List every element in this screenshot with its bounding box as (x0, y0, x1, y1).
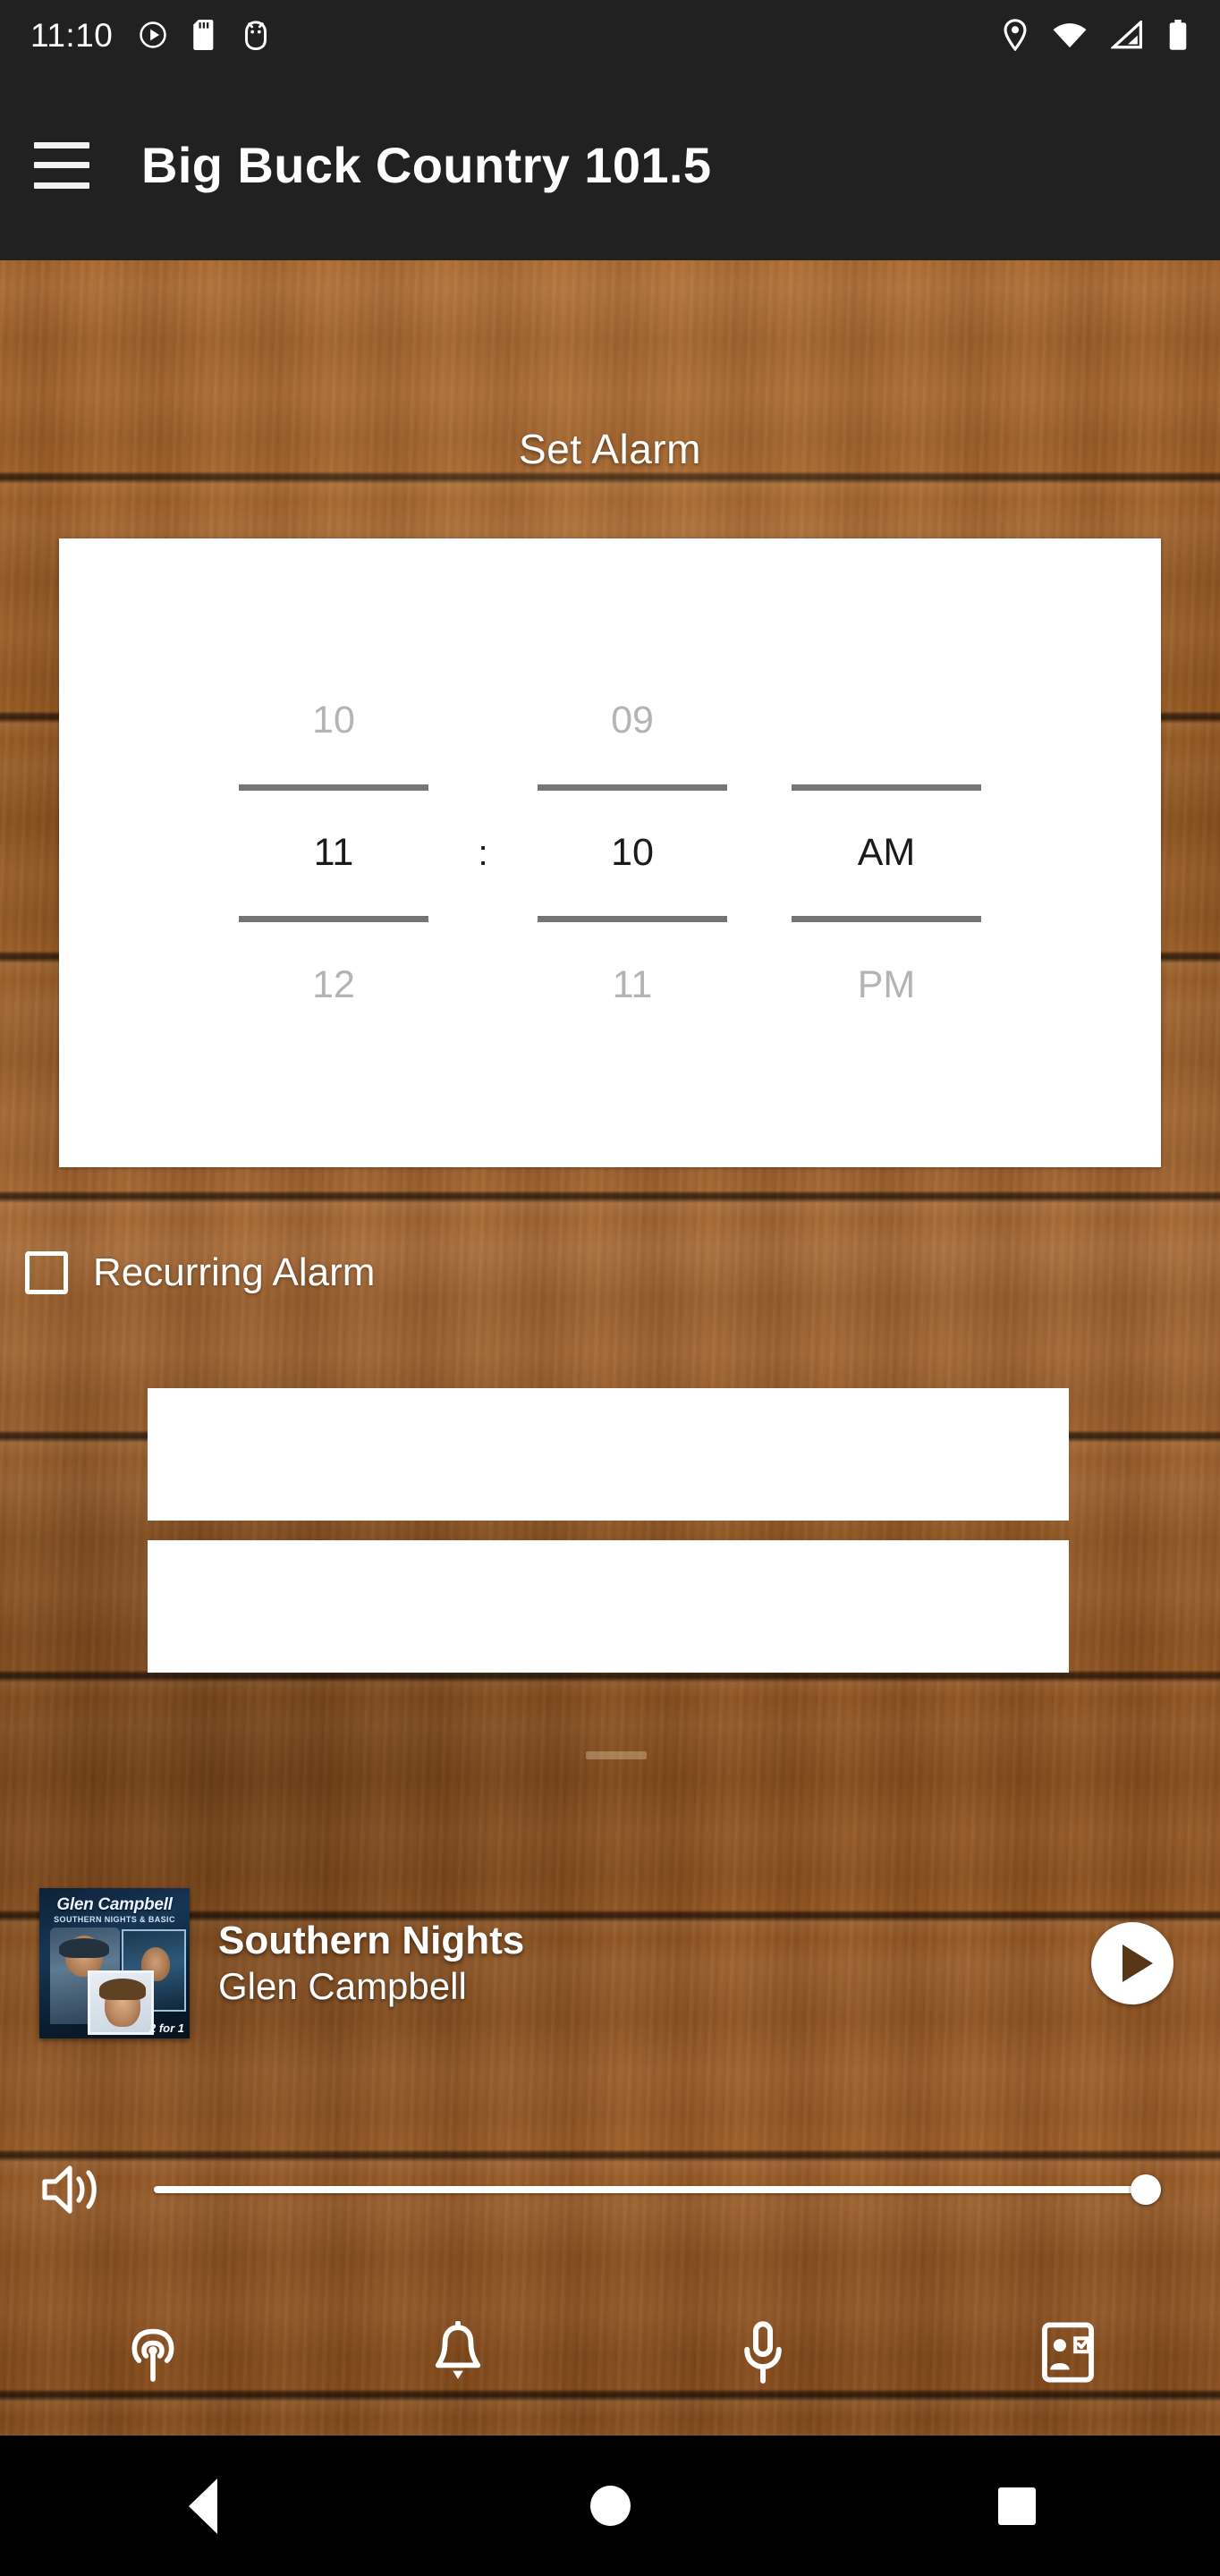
contact-card-icon (1041, 2322, 1094, 2383)
now-playing-song-title: Southern Nights (218, 1918, 525, 1962)
minute-picker[interactable]: 09 10 11 (505, 603, 759, 1104)
page-title: Big Buck Country 101.5 (141, 137, 712, 193)
bell-icon (435, 2321, 480, 2379)
status-bar-right-icons (1002, 19, 1190, 51)
system-nav-recents-slot[interactable] (813, 2487, 1220, 2525)
volume-control-row (0, 2147, 1220, 2233)
recents-square-icon[interactable] (997, 2487, 1036, 2525)
home-circle-icon[interactable] (589, 2486, 631, 2526)
battery-icon (1169, 20, 1187, 50)
status-bar-left-icons (138, 20, 270, 50)
sd-card-icon (193, 20, 214, 50)
hamburger-bar (34, 182, 89, 189)
android-system-nav-bar (0, 2436, 1220, 2576)
now-playing-artist: Glen Campbell (218, 1964, 467, 2007)
blank-panel-top[interactable] (148, 1388, 1069, 1521)
nav-contact[interactable] (915, 2299, 1220, 2406)
hour-below-value[interactable]: 12 (312, 958, 355, 1013)
meridiem-divider-top (792, 784, 981, 791)
meridiem-divider-bottom (792, 915, 981, 922)
back-triangle-icon[interactable] (189, 2478, 218, 2534)
meridiem-picker[interactable]: AM PM (759, 603, 1013, 1104)
set-alarm-heading: Set Alarm (519, 426, 701, 472)
time-separator: : (478, 834, 488, 873)
volume-slider-thumb[interactable] (1131, 2174, 1161, 2205)
hour-above-value[interactable]: 10 (312, 693, 355, 749)
app-toolbar: Big Buck Country 101.5 (0, 70, 1220, 260)
volume-slider-track (154, 2186, 1161, 2193)
hamburger-menu-icon[interactable] (34, 141, 89, 189)
album-art: Glen Campbell SOUTHERN NIGHTS & BASIC 2 … (39, 1888, 190, 2038)
minute-divider-bottom (538, 915, 727, 922)
microphone-icon (743, 2321, 782, 2384)
time-picker-card: 10 11 12 : 09 10 11 AM PM (59, 538, 1161, 1167)
hour-selected-value[interactable]: 11 (314, 791, 354, 916)
android-debug-icon (245, 21, 267, 50)
hour-divider-top (239, 784, 428, 791)
time-picker-row: 10 11 12 : 09 10 11 AM PM (59, 538, 1161, 1167)
nav-broadcast[interactable] (0, 2299, 305, 2406)
minute-selected-value[interactable]: 10 (611, 791, 654, 916)
scroll-hint-indicator (586, 1751, 647, 1759)
hamburger-bar (34, 162, 89, 168)
location-pin-icon (1004, 19, 1027, 51)
play-circle-icon (140, 21, 167, 48)
play-button[interactable] (1091, 1922, 1173, 2004)
speaker-volume-icon[interactable] (39, 2160, 107, 2219)
album-art-badge: 2 for 1 (148, 2021, 184, 2035)
hamburger-bar (34, 141, 89, 148)
nav-microphone[interactable] (610, 2299, 915, 2406)
wifi-icon (1053, 23, 1087, 48)
meridiem-selected-value[interactable]: AM (858, 791, 916, 916)
minute-above-value[interactable]: 09 (611, 693, 654, 749)
status-bar-clock: 11:10 (30, 16, 114, 54)
hour-picker[interactable]: 10 11 12 (207, 603, 461, 1104)
system-nav-home-slot[interactable] (407, 2486, 814, 2526)
album-art-album-line: SOUTHERN NIGHTS & BASIC (54, 1915, 175, 1924)
meridiem-below-value[interactable]: PM (858, 958, 916, 1013)
broadcast-antenna-icon (131, 2328, 174, 2382)
hour-divider-bottom (239, 915, 428, 922)
nav-alarm[interactable] (305, 2299, 610, 2406)
minute-below-value[interactable]: 11 (613, 958, 653, 1013)
cell-signal-icon (1111, 21, 1142, 49)
recurring-alarm-label: Recurring Alarm (93, 1250, 376, 1294)
bottom-navigation-bar (0, 2299, 1220, 2406)
volume-slider[interactable] (154, 2160, 1161, 2219)
system-status-bar: 11:10 (0, 0, 1220, 70)
album-art-artist-line: Glen Campbell (56, 1895, 173, 1914)
blank-panel-bottom[interactable] (148, 1540, 1069, 1673)
play-icon (1123, 1945, 1153, 1982)
system-nav-back-slot[interactable] (0, 2478, 407, 2534)
now-playing-bar: Glen Campbell SOUTHERN NIGHTS & BASIC 2 … (0, 1878, 1220, 2048)
checkbox-unchecked-icon[interactable] (25, 1251, 68, 1294)
app-screen: 11: 10 Big Buck Country 101.5 Set Alarm 1… (0, 0, 1220, 2576)
now-playing-text: Southern Nights Glen Campbell (218, 1919, 1091, 2009)
minute-divider-top (538, 784, 727, 791)
album-art-inset-front (88, 1970, 154, 2035)
recurring-alarm-row[interactable]: Recurring Alarm (25, 1250, 375, 1295)
